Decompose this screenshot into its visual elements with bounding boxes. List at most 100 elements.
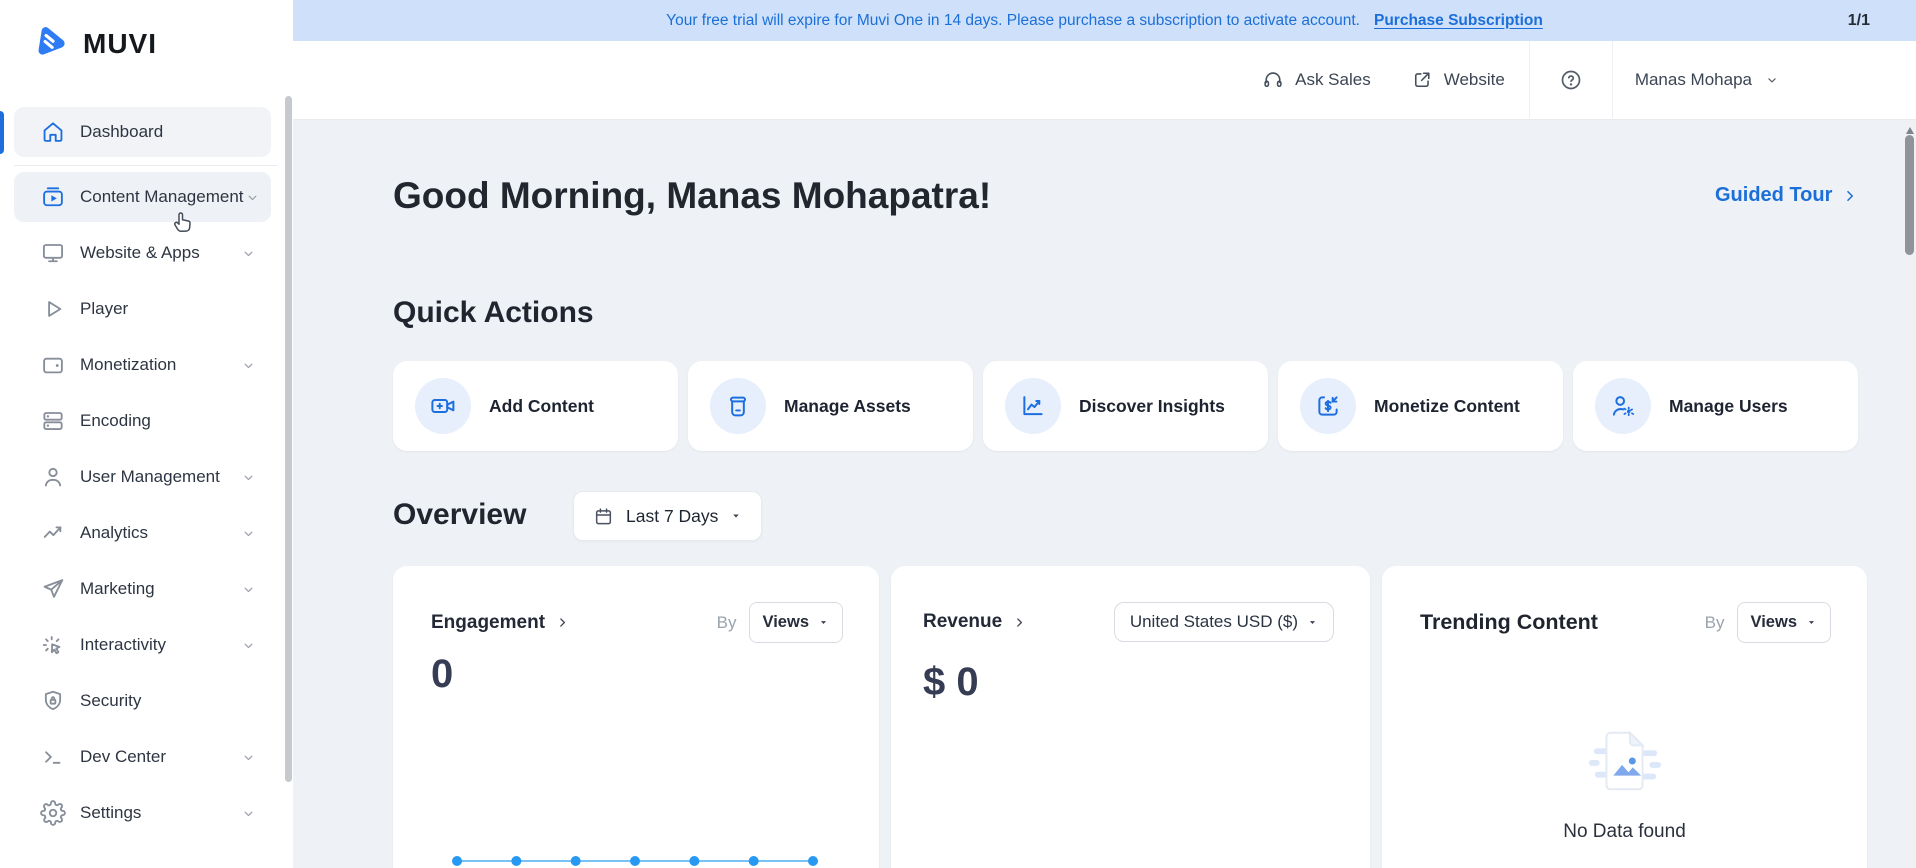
- engagement-title: Engagement: [431, 612, 545, 634]
- scrollbar-up-arrow[interactable]: [1906, 123, 1914, 134]
- trial-banner-message: Your free trial will expire for Muvi One…: [666, 12, 1360, 30]
- engagement-metric-dropdown[interactable]: Views: [749, 602, 843, 643]
- trial-banner: Your free trial will expire for Muvi One…: [293, 0, 1916, 41]
- sidebar-item-label: Player: [80, 299, 240, 319]
- engagement-metric-value: Views: [763, 613, 809, 632]
- engagement-chart: [393, 826, 879, 866]
- chevron-right-icon: [1012, 615, 1027, 630]
- chevron-down-icon: [244, 189, 261, 206]
- main-content: Good Morning, Manas Mohapatra! Guided To…: [293, 120, 1916, 868]
- scrollbar-thumb[interactable]: [1905, 135, 1914, 255]
- chevron-down-icon: [240, 525, 257, 542]
- muvi-logo[interactable]: MUVI: [0, 0, 293, 64]
- external-link-icon: [1411, 69, 1433, 91]
- sidebar-item-icon: [40, 520, 66, 546]
- sidebar-item-interactivity[interactable]: Interactivity: [14, 620, 271, 670]
- calendar-icon: [593, 506, 614, 527]
- sidebar-item-monetization[interactable]: Monetization: [14, 340, 271, 390]
- quick-action-card-discover-insights[interactable]: Discover Insights: [983, 361, 1268, 451]
- quick-action-icon: [1300, 378, 1356, 434]
- revenue-title-link[interactable]: Revenue: [923, 611, 1027, 633]
- caret-down-icon: [1806, 617, 1817, 628]
- sidebar-item-encoding[interactable]: Encoding: [14, 396, 271, 446]
- sidebar-item-icon: [40, 688, 66, 714]
- website-label: Website: [1444, 70, 1505, 90]
- sidebar-item-label: User Management: [80, 467, 240, 487]
- sidebar-item-icon: [40, 632, 66, 658]
- sidebar-item-label: Website & Apps: [80, 243, 240, 263]
- top-header: Ask Sales Website Manas Mohapa: [293, 41, 1916, 120]
- sidebar-item-icon: [40, 576, 66, 602]
- quick-action-card-manage-users[interactable]: Manage Users: [1573, 361, 1858, 451]
- website-button[interactable]: Website: [1411, 69, 1505, 91]
- sidebar-item-label: Dashboard: [80, 122, 240, 142]
- guided-tour-link[interactable]: Guided Tour: [1715, 184, 1859, 207]
- no-data-empty-state: No Data found: [1382, 722, 1867, 843]
- chevron-down-icon: [240, 245, 257, 262]
- sidebar-item-label: Analytics: [80, 523, 240, 543]
- chevron-down-icon: [240, 805, 257, 822]
- sidebar-item-icon: [40, 408, 66, 434]
- trending-metric-value: Views: [1751, 613, 1797, 632]
- chevron-down-icon: [240, 749, 257, 766]
- ask-sales-label: Ask Sales: [1295, 70, 1371, 90]
- quick-action-label: Monetize Content: [1374, 396, 1520, 417]
- sidebar-item-label: Security: [80, 691, 240, 711]
- caret-down-icon: [818, 617, 829, 628]
- header-divider: [1612, 41, 1613, 118]
- chevron-down-icon: [240, 357, 257, 374]
- ask-sales-button[interactable]: Ask Sales: [1262, 69, 1371, 91]
- sidebar-scrollbar-thumb[interactable]: [285, 96, 292, 782]
- chevron-right-icon: [1841, 187, 1859, 205]
- quick-action-card-add-content[interactable]: Add Content: [393, 361, 678, 451]
- by-label: By: [1705, 613, 1725, 633]
- by-label: By: [717, 613, 737, 633]
- sidebar-item-settings[interactable]: Settings: [14, 788, 271, 838]
- banner-pager: 1/1: [1848, 12, 1870, 30]
- sidebar-item-dev-center[interactable]: Dev Center: [14, 732, 271, 782]
- sidebar-item-label: Settings: [80, 803, 240, 823]
- quick-action-icon: [1595, 378, 1651, 434]
- quick-action-label: Discover Insights: [1079, 396, 1225, 417]
- sidebar-item-label: Interactivity: [80, 635, 240, 655]
- sidebar-item-icon: [40, 352, 66, 378]
- engagement-value: 0: [431, 652, 453, 697]
- trending-content-card: Trending Content By Views: [1382, 566, 1867, 868]
- sidebar: MUVI Dashboard Content Management Websit…: [0, 0, 293, 868]
- quick-action-card-manage-assets[interactable]: Manage Assets: [688, 361, 973, 451]
- sidebar-item-icon: [40, 119, 66, 145]
- quick-action-card-monetize-content[interactable]: Monetize Content: [1278, 361, 1563, 451]
- sidebar-item-icon: [40, 800, 66, 826]
- date-range-dropdown[interactable]: Last 7 Days: [573, 491, 762, 541]
- sidebar-item-website-apps[interactable]: Website & Apps: [14, 228, 271, 278]
- help-button[interactable]: [1559, 68, 1583, 92]
- vertical-scrollbar[interactable]: [1903, 120, 1916, 868]
- trending-metric-dropdown[interactable]: Views: [1737, 602, 1831, 643]
- sidebar-item-security[interactable]: Security: [14, 676, 271, 726]
- engagement-card: Engagement By Views 0: [393, 566, 879, 868]
- sidebar-item-dashboard[interactable]: Dashboard: [14, 107, 271, 157]
- sidebar-item-label: Content Management: [80, 187, 244, 207]
- sidebar-nav: Dashboard Content Management Website & A…: [0, 107, 293, 844]
- sidebar-item-player[interactable]: Player: [14, 284, 271, 334]
- sidebar-item-user-management[interactable]: User Management: [14, 452, 271, 502]
- quick-action-icon: [710, 378, 766, 434]
- chevron-down-icon: [1764, 72, 1780, 88]
- revenue-title: Revenue: [923, 611, 1002, 633]
- date-range-value: Last 7 Days: [626, 506, 718, 527]
- header-divider: [1529, 41, 1530, 118]
- engagement-title-link[interactable]: Engagement: [431, 612, 570, 634]
- no-data-icon: [1586, 722, 1664, 800]
- profile-menu[interactable]: Manas Mohapa: [1635, 70, 1780, 90]
- quick-action-label: Add Content: [489, 396, 594, 417]
- sidebar-item-content-management[interactable]: Content Management: [14, 172, 271, 222]
- headset-icon: [1262, 69, 1284, 91]
- revenue-card: Revenue United States USD ($) $ 0: [891, 566, 1370, 868]
- revenue-currency-dropdown[interactable]: United States USD ($): [1114, 602, 1334, 642]
- purchase-subscription-link[interactable]: Purchase Subscription: [1374, 12, 1543, 30]
- sidebar-item-analytics[interactable]: Analytics: [14, 508, 271, 558]
- sidebar-item-icon: [40, 464, 66, 490]
- quick-actions-row: Add Content Manage Assets Discover Insig…: [393, 361, 1858, 451]
- sidebar-item-marketing[interactable]: Marketing: [14, 564, 271, 614]
- active-item-indicator: [0, 111, 4, 154]
